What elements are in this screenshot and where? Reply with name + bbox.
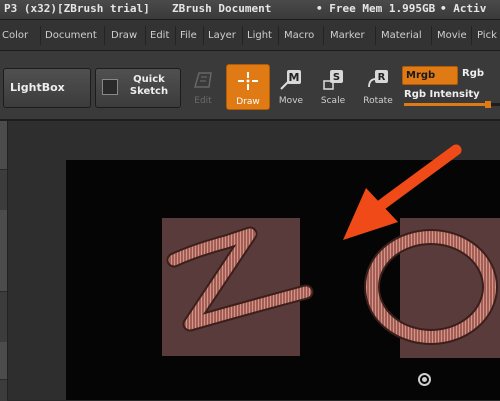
target-icon[interactable]: [418, 373, 431, 386]
annotation-arrow: [343, 144, 462, 240]
